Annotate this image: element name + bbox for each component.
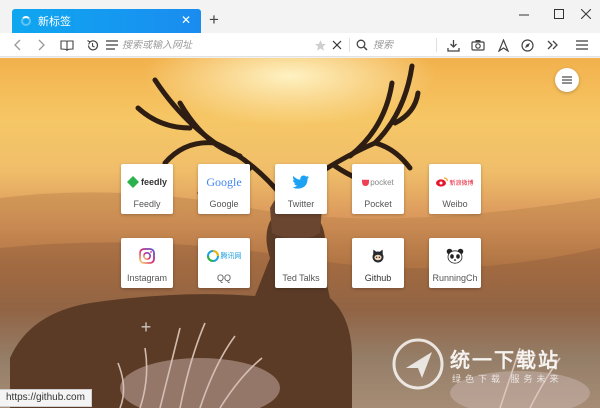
chevron-left-icon — [14, 39, 21, 51]
search-box[interactable] — [356, 35, 436, 55]
toolbar — [0, 33, 600, 57]
maximize-icon — [554, 9, 564, 19]
download-icon — [446, 39, 460, 52]
close-icon — [581, 9, 591, 19]
watermark-title: 统一下载站 — [450, 350, 560, 372]
downloads-button[interactable] — [445, 37, 461, 53]
gesture-icon — [497, 38, 509, 52]
book-icon — [60, 40, 74, 51]
hamburger-menu-icon — [576, 40, 588, 50]
camera-icon — [471, 40, 485, 51]
address-bar[interactable] — [106, 35, 346, 55]
loading-spinner-icon — [21, 16, 31, 26]
twitter-bird-icon — [275, 172, 327, 192]
address-input[interactable] — [122, 39, 312, 51]
speed-dial-google[interactable]: Google Google — [198, 164, 250, 214]
watermark-subtitle: 绿色下载 服务未来 — [452, 374, 563, 384]
search-icon — [356, 39, 368, 51]
speed-dial-label: RunningCh — [432, 273, 478, 283]
more-tools-button[interactable] — [545, 37, 561, 53]
google-logo-text: Google — [206, 174, 242, 189]
page-menu-icon — [106, 40, 118, 50]
page-settings-button[interactable] — [555, 68, 579, 92]
double-chevron-right-icon — [547, 40, 558, 50]
search-input[interactable] — [373, 39, 429, 51]
window-close-button[interactable] — [578, 6, 594, 22]
speed-dial-feedly[interactable]: feedly Feedly — [121, 164, 173, 214]
qq-logo-icon: 腾讯网 — [198, 246, 250, 266]
speed-dial-label: Ted Talks — [282, 273, 320, 283]
pocket-logo-text: pocket — [370, 177, 394, 187]
speed-dial-label: Twitter — [287, 199, 315, 209]
feedly-logo-icon: feedly — [121, 172, 173, 192]
reading-mode-button[interactable] — [59, 37, 75, 53]
toolbar-divider — [436, 38, 437, 52]
speed-dial-label: Github — [364, 273, 392, 283]
star-icon — [314, 39, 326, 51]
speed-dial-label: QQ — [216, 273, 231, 283]
weibo-logo-icon: 新浪微博 — [429, 172, 481, 192]
forward-button[interactable] — [34, 37, 50, 53]
history-icon — [86, 39, 98, 50]
minimize-icon — [519, 14, 529, 16]
main-menu-button[interactable] — [574, 37, 590, 53]
speed-dial-label: Instagram — [126, 273, 168, 283]
tab-active[interactable]: 新标签 ✕ — [12, 9, 201, 33]
pocket-logo-icon: pocket — [352, 172, 404, 192]
add-speed-dial-button[interactable]: + — [139, 318, 153, 336]
back-button[interactable] — [9, 37, 25, 53]
new-tab-button[interactable]: + — [206, 11, 222, 28]
instagram-logo-icon — [121, 246, 173, 266]
site-watermark: 统一下载站 绿色下载 服务未来 — [392, 338, 592, 398]
ted-logo-icon — [275, 246, 327, 266]
clear-address-button[interactable] — [329, 37, 345, 53]
compass-button[interactable] — [519, 37, 535, 53]
speed-dial-weibo[interactable]: 新浪微博 Weibo — [429, 164, 481, 214]
speed-dial-ted-talks[interactable]: Ted Talks — [275, 238, 327, 288]
minimize-button[interactable] — [516, 6, 532, 22]
speed-dial-qq[interactable]: 腾讯网 QQ — [198, 238, 250, 288]
weibo-logo-text: 新浪微博 — [449, 180, 474, 187]
github-octocat-icon — [352, 246, 404, 266]
tab-title: 新标签 — [38, 16, 71, 28]
speed-dial-label: Pocket — [364, 199, 392, 209]
mouse-gesture-button[interactable] — [495, 37, 511, 53]
speed-dial-runningcheese[interactable]: RunningCh — [429, 238, 481, 288]
title-bar: 新标签 ✕ + — [0, 0, 600, 33]
feedly-logo-text: feedly — [140, 177, 167, 187]
hamburger-menu-icon — [562, 76, 572, 84]
screenshot-button[interactable] — [470, 37, 486, 53]
speed-dial-pocket[interactable]: pocket Pocket — [352, 164, 404, 214]
speed-dial-github[interactable]: Github — [352, 238, 404, 288]
watermark-logo-icon — [392, 338, 444, 390]
status-bar-url: https://github.com — [0, 389, 92, 407]
google-logo-icon: Google — [198, 172, 250, 192]
speed-dial-label: Feedly — [133, 199, 161, 209]
speed-dial-twitter[interactable]: Twitter — [275, 164, 327, 214]
bookmark-star-button[interactable] — [312, 37, 328, 53]
compass-icon — [520, 38, 534, 52]
tab-close-button[interactable]: ✕ — [179, 13, 193, 27]
speed-dial-label: Weibo — [442, 199, 468, 209]
new-tab-page: feedly Feedly Google Google Twitter pock… — [0, 58, 600, 408]
speed-dial-label: Google — [209, 199, 239, 209]
toolbar-divider — [349, 38, 350, 52]
speed-dial-instagram[interactable]: Instagram — [121, 238, 173, 288]
close-icon — [332, 40, 342, 50]
panda-logo-icon — [429, 246, 481, 266]
qq-logo-text: 腾讯网 — [220, 253, 242, 260]
maximize-button[interactable] — [551, 6, 567, 22]
history-button[interactable] — [84, 37, 100, 53]
chevron-right-icon — [38, 39, 45, 51]
